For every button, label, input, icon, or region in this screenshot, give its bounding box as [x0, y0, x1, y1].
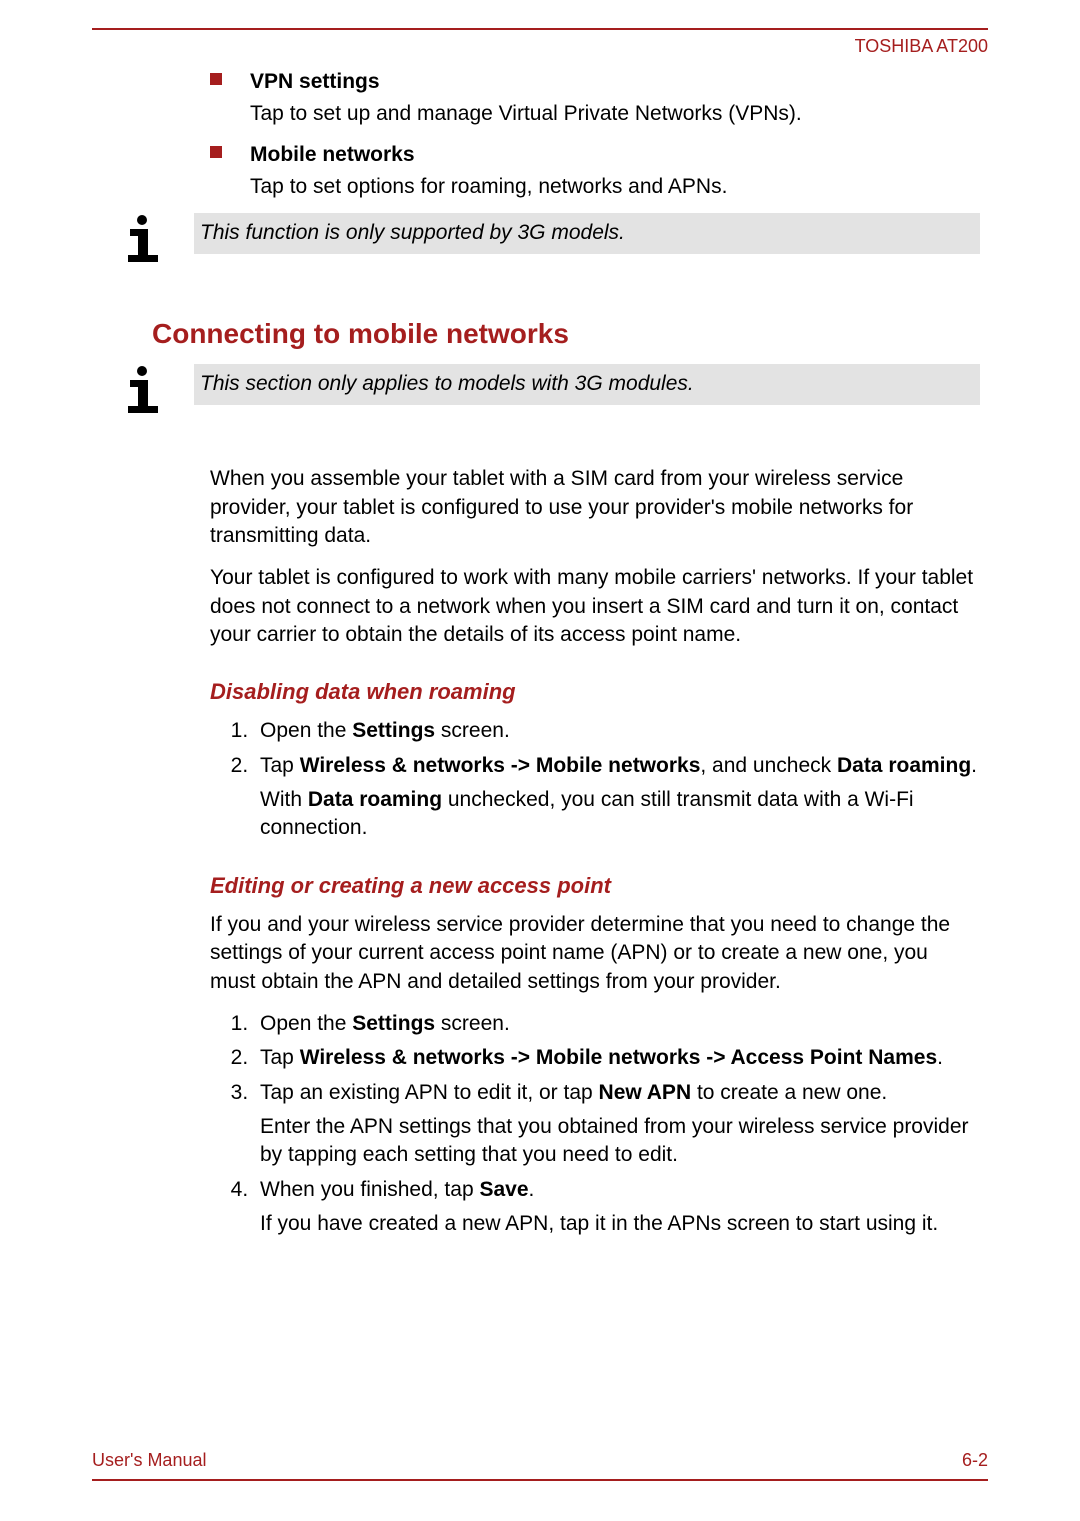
step-text-bold: Settings	[352, 1012, 435, 1035]
page-content: VPN settings Tap to set up and manage Vi…	[92, 68, 988, 1244]
info-icon	[120, 213, 176, 268]
step-text: .	[937, 1046, 943, 1069]
step-item: Open the Settings screen.	[254, 1010, 978, 1038]
bullet-label: Mobile networks	[250, 141, 415, 169]
step-text-bold: Wireless & networks -> Mobile networks -…	[300, 1046, 937, 1069]
step-text-bold: Data roaming	[308, 788, 442, 811]
step-subpara: If you have created a new APN, tap it in…	[260, 1210, 978, 1238]
step-item: Tap Wireless & networks -> Mobile networ…	[254, 752, 978, 843]
steps-list: Open the Settings screen. Tap Wireless &…	[254, 717, 978, 842]
step-text: .	[529, 1178, 535, 1201]
footer-page-number: 6-2	[962, 1450, 988, 1471]
step-item: When you finished, tap Save. If you have…	[254, 1176, 978, 1239]
step-text: to create a new one.	[691, 1081, 887, 1104]
step-subpara: With Data roaming unchecked, you can sti…	[260, 786, 978, 843]
subsection-heading: Disabling data when roaming	[210, 679, 988, 705]
bullet-mobile-networks: Mobile networks	[210, 141, 988, 169]
step-text: screen.	[435, 719, 510, 742]
step-text-bold: New APN	[599, 1081, 692, 1104]
step-text: Open the	[260, 1012, 352, 1035]
body-paragraph: Your tablet is configured to work with m…	[210, 564, 978, 649]
manual-page: TOSHIBA AT200 VPN settings Tap to set up…	[92, 28, 988, 1481]
step-text: .	[971, 754, 977, 777]
step-item: Open the Settings screen.	[254, 717, 978, 745]
step-subpara: Enter the APN settings that you obtained…	[260, 1113, 978, 1170]
step-text: , and uncheck	[700, 754, 837, 777]
step-text-bold: Wireless & networks -> Mobile networks	[300, 754, 701, 777]
step-text-bold: Data roaming	[837, 754, 971, 777]
step-item: Tap Wireless & networks -> Mobile networ…	[254, 1044, 978, 1072]
bullet-square-icon	[210, 146, 222, 158]
section-heading: Connecting to mobile networks	[152, 318, 988, 350]
body-paragraph: If you and your wireless service provide…	[210, 911, 978, 996]
step-text: Open the	[260, 719, 352, 742]
step-text: Tap	[260, 754, 300, 777]
step-text: When you finished, tap	[260, 1178, 479, 1201]
step-text: Tap	[260, 1046, 300, 1069]
info-icon	[120, 364, 176, 419]
bullet-desc: Tap to set up and manage Virtual Private…	[250, 100, 978, 128]
bullet-vpn-settings: VPN settings	[210, 68, 988, 96]
info-note: This section only applies to models with…	[92, 364, 988, 419]
footer-manual-label: User's Manual	[92, 1450, 206, 1471]
bullet-square-icon	[210, 73, 222, 85]
bullet-desc: Tap to set options for roaming, networks…	[250, 173, 978, 201]
body-paragraph: When you assemble your tablet with a SIM…	[210, 465, 978, 550]
step-text-bold: Settings	[352, 719, 435, 742]
note-text: This function is only supported by 3G mo…	[194, 213, 980, 253]
bullet-label: VPN settings	[250, 68, 380, 96]
step-text: screen.	[435, 1012, 510, 1035]
step-item: Tap an existing APN to edit it, or tap N…	[254, 1079, 978, 1170]
step-text: With	[260, 788, 308, 811]
step-text: Tap an existing APN to edit it, or tap	[260, 1081, 599, 1104]
steps-list: Open the Settings screen. Tap Wireless &…	[254, 1010, 978, 1238]
info-note: This function is only supported by 3G mo…	[92, 213, 988, 268]
header-product-name: TOSHIBA AT200	[855, 28, 988, 57]
step-text-bold: Save	[479, 1178, 528, 1201]
note-text: This section only applies to models with…	[194, 364, 980, 404]
subsection-heading: Editing or creating a new access point	[210, 873, 988, 899]
